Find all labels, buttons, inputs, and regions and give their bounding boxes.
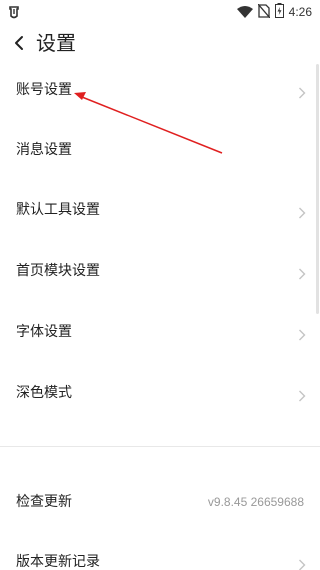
settings-item-default-tools[interactable]: 默认工具设置 xyxy=(0,180,320,240)
version-value: v9.8.45 26659688 xyxy=(207,495,304,509)
settings-item-home-modules[interactable]: 首页模块设置 xyxy=(0,241,320,301)
battery-charging-icon xyxy=(274,2,284,22)
chevron-right-icon xyxy=(298,387,306,402)
settings-item-label: 首页模块设置 xyxy=(16,263,100,279)
page-title: 设置 xyxy=(36,31,76,55)
settings-item-account[interactable]: 账号设置 xyxy=(0,60,320,120)
chevron-right-icon xyxy=(298,556,306,570)
chevron-right-icon xyxy=(298,84,306,99)
status-icons: 4:26 xyxy=(236,2,312,22)
settings-item-check-update[interactable]: 检查更新 v9.8.45 26659688 xyxy=(0,472,320,532)
settings-item-label: 消息设置 xyxy=(16,142,72,158)
status-bar: 4:26 xyxy=(0,0,320,24)
no-sim-icon xyxy=(257,3,271,22)
scrollbar[interactable] xyxy=(316,64,319,314)
wifi-icon xyxy=(236,3,253,22)
notification-icon xyxy=(8,4,20,20)
settings-item-label: 默认工具设置 xyxy=(16,202,100,218)
chevron-left-icon[interactable] xyxy=(10,33,30,53)
settings-item-font[interactable]: 字体设置 xyxy=(0,302,320,362)
chevron-right-icon xyxy=(298,204,306,219)
settings-item-messages[interactable]: 消息设置 xyxy=(0,120,320,180)
header: 设置 xyxy=(0,26,320,62)
chevron-right-icon xyxy=(298,326,306,341)
chevron-right-icon xyxy=(298,265,306,280)
settings-item-label: 检查更新 xyxy=(16,494,72,510)
settings-item-changelog[interactable]: 版本更新记录 xyxy=(0,532,320,570)
settings-item-label: 版本更新记录 xyxy=(16,554,100,570)
status-time: 4:26 xyxy=(288,5,312,19)
settings-item-label: 账号设置 xyxy=(16,82,72,98)
settings-item-label: 字体设置 xyxy=(16,324,72,340)
settings-screen: 4:26 设置 账号设置 消息设置 默认工具设置 首页模块设置 字体设置 深色模… xyxy=(0,0,320,570)
settings-item-dark-mode[interactable]: 深色模式 xyxy=(0,363,320,423)
section-divider xyxy=(0,446,320,447)
settings-item-label: 深色模式 xyxy=(16,385,72,401)
